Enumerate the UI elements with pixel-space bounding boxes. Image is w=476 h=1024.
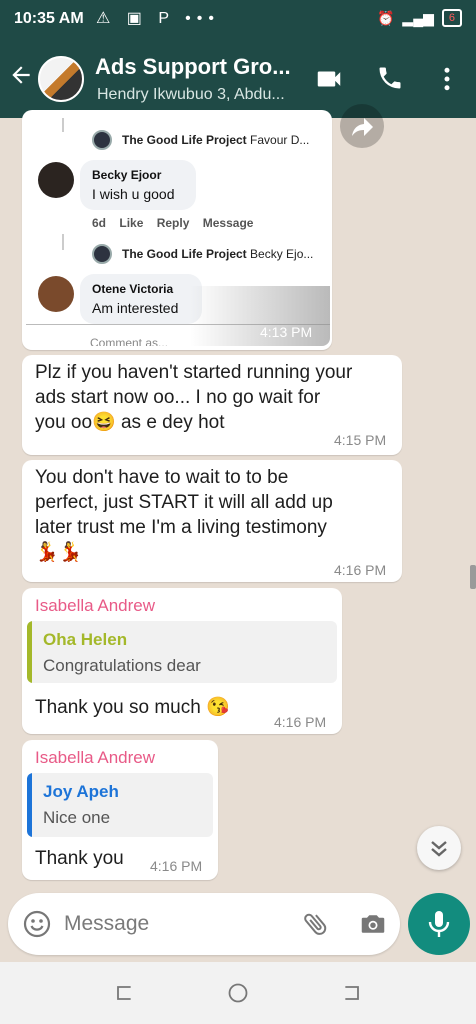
alarm-icon: ⏰ — [376, 9, 395, 26]
quoted-sender: Joy Apeh — [43, 782, 119, 801]
message-input[interactable] — [64, 910, 284, 938]
message-time: 4:13 PM — [260, 324, 313, 340]
more-options-icon[interactable] — [432, 64, 462, 94]
comment-as-footer: Comment as... — [90, 336, 169, 346]
page-avatar — [92, 130, 112, 150]
recent-apps-icon[interactable] — [112, 981, 136, 1005]
message-text: Plz if you haven't started running your … — [35, 362, 353, 433]
microphone-button[interactable] — [408, 893, 470, 955]
quoted-message[interactable]: Oha Helen Congratulations dear — [27, 621, 337, 683]
status-time: 10:35 AM — [14, 10, 84, 27]
message-time: 4:16 PM — [274, 714, 327, 730]
page-avatar — [92, 244, 112, 264]
signal-icon: ▂▄▆ — [402, 9, 434, 26]
status-bar: 10:35 AM ⚠ ▣ P ••• ⏰ ▂▄▆ 6 — [0, 0, 476, 40]
message-time: 4:16 PM — [150, 858, 203, 874]
sender-name[interactable]: Isabella Andrew — [35, 596, 155, 616]
commenter-avatar — [38, 162, 74, 198]
message-bubble[interactable]: Isabella Andrew Oha Helen Congratulation… — [22, 588, 342, 734]
battery-icon: 6 — [441, 9, 462, 27]
reply-row: The Good Life Project Favour D... — [122, 133, 310, 147]
message-text: Thank you — [35, 848, 124, 869]
message-bubble[interactable]: Isabella Andrew Joy Apeh Nice one Thank … — [22, 740, 218, 880]
message-time: 4:15 PM — [334, 432, 387, 448]
system-nav-bar — [0, 962, 476, 1024]
message-composer — [8, 893, 400, 955]
quote-bar — [27, 773, 32, 837]
home-icon[interactable] — [226, 981, 250, 1005]
status-notification-icons: ⚠ ▣ P ••• — [96, 10, 220, 27]
quoted-text: Congratulations dear — [43, 656, 201, 675]
video-call-icon[interactable] — [314, 64, 344, 94]
sender-name[interactable]: Isabella Andrew — [35, 748, 155, 768]
emoji-icon[interactable] — [22, 909, 52, 939]
chat-title[interactable]: Ads Support Gro... — [95, 54, 291, 80]
chat-header: Ads Support Gro... Hendry Ikwubuo 3, Abd… — [0, 40, 476, 118]
forward-button[interactable] — [340, 104, 384, 148]
chat-participants[interactable]: Hendry Ikwubuo 3, Abdu... — [97, 86, 285, 104]
message-text: Thank you so much 😘 — [35, 697, 230, 718]
back-arrow-icon[interactable] — [8, 62, 36, 92]
quoted-text: Nice one — [43, 808, 111, 827]
camera-icon[interactable] — [358, 909, 388, 939]
quoted-message[interactable]: Joy Apeh Nice one — [27, 773, 213, 837]
comment-bubble: Becky Ejoor I wish u good — [80, 160, 196, 210]
message-time: 4:16 PM — [334, 562, 387, 578]
facebook-screenshot-image[interactable]: The Good Life Project Favour D... Becky … — [26, 118, 330, 346]
scrollbar-thumb[interactable] — [470, 565, 476, 589]
comment-actions: 6d Like Reply Message — [92, 216, 254, 230]
quoted-sender: Oha Helen — [43, 630, 128, 649]
commenter-avatar — [38, 276, 74, 312]
thread-line — [62, 118, 64, 132]
back-nav-icon[interactable] — [340, 981, 364, 1005]
attach-icon[interactable] — [301, 909, 331, 939]
scroll-to-bottom-button[interactable] — [417, 826, 461, 870]
group-avatar[interactable] — [38, 56, 84, 102]
reply-row: The Good Life Project Becky Ejo... — [122, 247, 314, 261]
status-right-icons: ⏰ ▂▄▆ 6 — [377, 9, 462, 27]
message-bubble[interactable]: You don't have to wait to to be perfect,… — [22, 460, 402, 582]
thread-line — [62, 234, 64, 250]
quote-bar — [27, 621, 32, 683]
voice-call-icon[interactable] — [376, 64, 406, 94]
message-text: You don't have to wait to to be perfect,… — [35, 467, 333, 563]
message-bubble[interactable]: Plz if you haven't started running your … — [22, 355, 402, 455]
comment-bubble: Otene Victoria Am interested — [80, 274, 202, 324]
